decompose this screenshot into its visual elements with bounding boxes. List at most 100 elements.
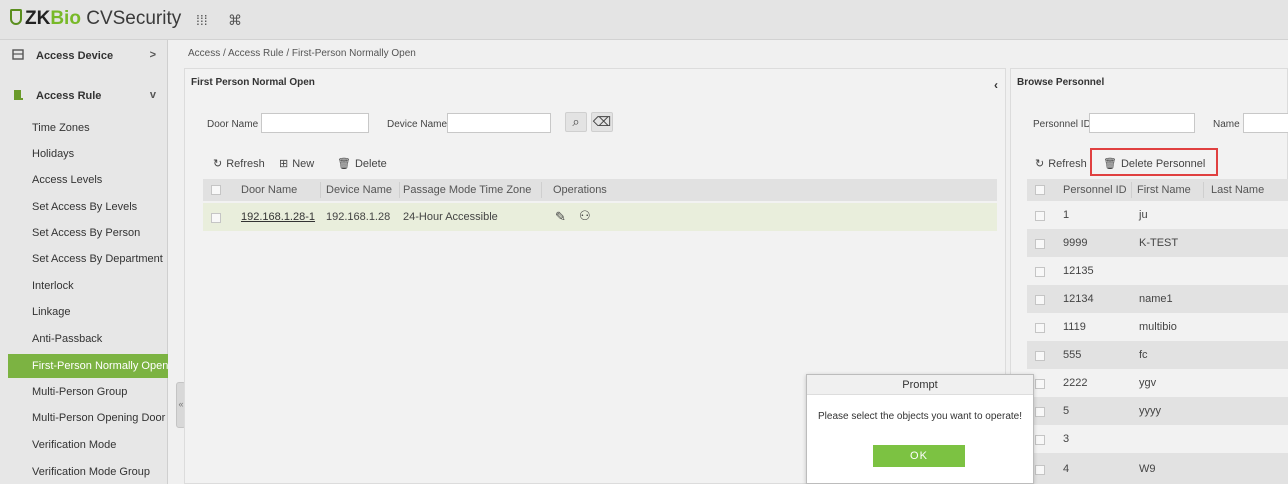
personnel-id-cell: 3 (1063, 433, 1070, 445)
row-checkbox[interactable] (1035, 239, 1045, 249)
column-header[interactable]: Door Name (241, 184, 297, 196)
personnel-id-cell: 4 (1063, 463, 1070, 475)
panel-title: First Person Normal Open (191, 77, 315, 88)
row-checkbox[interactable] (211, 213, 221, 223)
personnel-id-cell: 555 (1063, 349, 1082, 361)
personnel-id-cell: 2222 (1063, 377, 1088, 389)
table-row[interactable]: 2222 ygv (1027, 369, 1288, 397)
table-row[interactable]: 12134 name1 (1027, 285, 1288, 313)
column-header[interactable]: Passage Mode Time Zone (403, 184, 531, 196)
trash-icon: 🗑 (337, 158, 351, 170)
clear-button[interactable]: ⌫ (591, 112, 613, 132)
dialog-title: Prompt (807, 375, 1033, 395)
first-name-cell: yyyy (1139, 405, 1161, 417)
column-divider (399, 182, 400, 198)
sidebar-item-set-access-by-levels[interactable]: Set Access By Levels (8, 195, 168, 219)
table-row[interactable]: 9999 K-TEST (1027, 229, 1288, 257)
column-header[interactable]: Operations (553, 184, 607, 196)
row-checkbox[interactable] (1035, 211, 1045, 221)
select-all-checkbox[interactable] (211, 185, 221, 195)
column-header[interactable]: Last Name (1211, 184, 1264, 196)
panel-collapse-icon[interactable]: ‹ (994, 78, 998, 92)
sidebar-group-access-rule[interactable]: Access Rule v (0, 82, 168, 110)
table-row[interactable]: 5 yyyy (1027, 397, 1288, 425)
sidebar-item-multi-person-group[interactable]: Multi-Person Group (8, 380, 168, 404)
name-input[interactable] (1243, 113, 1288, 133)
row-checkbox[interactable] (1035, 465, 1045, 475)
ok-button[interactable]: OK (873, 445, 965, 467)
sidebar-item-set-access-by-person[interactable]: Set Access By Person (8, 221, 168, 245)
column-header[interactable]: Device Name (326, 184, 392, 196)
first-name-cell: fc (1139, 349, 1148, 361)
first-name-cell: W9 (1139, 463, 1156, 475)
table-row[interactable]: 1119 multibio (1027, 313, 1288, 341)
personnel-id-cell: 9999 (1063, 237, 1088, 249)
table-row[interactable]: 192.168.1.28-1 192.168.1.28 24-Hour Acce… (203, 203, 997, 231)
personnel-id-cell: 1 (1063, 209, 1070, 221)
refresh-button[interactable]: ↻ Refresh (1035, 157, 1087, 170)
top-bar: ZKBio CVSecurity ⁞⁞⁞ ⌘ (0, 0, 1288, 40)
grid-dots-icon[interactable]: ⁞⁞⁞ (196, 12, 208, 28)
row-checkbox[interactable] (1035, 323, 1045, 333)
sidebar-item-access-levels[interactable]: Access Levels (8, 168, 168, 192)
search-button[interactable]: ⌕ (565, 112, 587, 132)
add-personnel-icon[interactable]: ⚇ (579, 208, 591, 224)
sidebar-group-access-device[interactable]: Access Device > (0, 42, 168, 70)
command-icon[interactable]: ⌘ (228, 12, 242, 29)
row-checkbox[interactable] (1035, 435, 1045, 445)
sidebar-item-set-access-by-department[interactable]: Set Access By Department (8, 247, 168, 271)
row-checkbox[interactable] (1035, 351, 1045, 361)
first-name-cell: name1 (1139, 293, 1173, 305)
new-button[interactable]: ⊞ New (279, 157, 314, 170)
prompt-dialog: Prompt Please select the objects you wan… (806, 374, 1034, 484)
first-name-cell: ju (1139, 209, 1148, 221)
sidebar-item-verification-mode[interactable]: Verification Mode (8, 433, 168, 457)
row-checkbox[interactable] (1035, 407, 1045, 417)
personnel-id-cell: 12135 (1063, 265, 1094, 277)
panel-title: Browse Personnel (1017, 77, 1105, 88)
time-zone-cell: 24-Hour Accessible (403, 211, 498, 223)
sidebar-item-holidays[interactable]: Holidays (8, 142, 168, 166)
personnel-id-label: Personnel ID (1033, 119, 1091, 130)
table-row[interactable]: 12135 (1027, 257, 1288, 285)
door-name-input[interactable] (261, 113, 369, 133)
sidebar-item-linkage[interactable]: Linkage (8, 300, 168, 324)
sidebar-item-multi-person-opening-door[interactable]: Multi-Person Opening Door (8, 406, 168, 430)
breadcrumb: Access / Access Rule / First-Person Norm… (188, 48, 416, 59)
personnel-id-input[interactable] (1089, 113, 1195, 133)
refresh-button[interactable]: ↻ Refresh (213, 157, 265, 170)
table-row[interactable]: 3 (1027, 425, 1288, 453)
personnel-id-cell: 5 (1063, 405, 1070, 417)
app-logo[interactable]: ZKBio CVSecurity (10, 8, 181, 30)
column-header[interactable]: Personnel ID (1063, 184, 1127, 196)
delete-button[interactable]: 🗑 Delete (337, 157, 387, 170)
device-name-input[interactable] (447, 113, 551, 133)
sidebar-item-anti-passback[interactable]: Anti-Passback (8, 327, 168, 351)
row-checkbox[interactable] (1035, 267, 1045, 277)
chevron-down-icon: v (149, 89, 156, 101)
browse-personnel-panel: Browse Personnel Personnel ID Name ↻ Refr… (1010, 68, 1288, 484)
dialog-message: Please select the objects you want to op… (817, 411, 1022, 422)
select-all-checkbox[interactable] (1035, 185, 1045, 195)
personnel-id-cell: 12134 (1063, 293, 1094, 305)
table-row[interactable]: 555 fc (1027, 341, 1288, 369)
table-row[interactable]: 1 ju (1027, 201, 1288, 229)
chevron-right-icon: > (149, 49, 156, 61)
door-name-label: Door Name (207, 119, 259, 130)
shield-icon (10, 9, 22, 25)
row-checkbox[interactable] (1035, 295, 1045, 305)
sidebar-item-interlock[interactable]: Interlock (8, 274, 168, 298)
eraser-icon: ⌫ (592, 114, 612, 129)
table-row[interactable]: 4 W9 (1027, 453, 1288, 484)
refresh-icon: ↻ (213, 158, 223, 170)
new-icon: ⊞ (279, 158, 289, 170)
sidebar-item-verification-mode-group[interactable]: Verification Mode Group (8, 460, 168, 484)
sidebar-item-first-person-normally-open[interactable]: First-Person Normally Open (8, 354, 168, 378)
column-divider (320, 182, 321, 198)
device-name-label: Device Name (387, 119, 448, 130)
door-name-link[interactable]: 192.168.1.28-1 (241, 211, 315, 223)
column-header[interactable]: First Name (1137, 184, 1191, 196)
edit-icon[interactable]: ✎ (555, 209, 566, 225)
row-checkbox[interactable] (1035, 379, 1045, 389)
sidebar-item-time-zones[interactable]: Time Zones (8, 116, 168, 140)
